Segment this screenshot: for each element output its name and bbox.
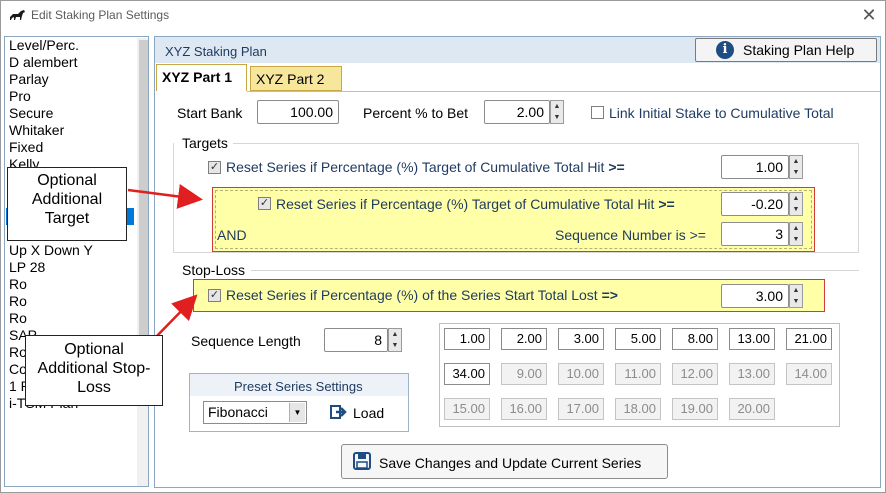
optional-target-callout: Optional Additional Target xyxy=(7,167,127,241)
annotation-arrows xyxy=(127,184,203,342)
target-callout-arrow xyxy=(127,184,203,209)
optional-stop-loss-callout: Optional Additional Stop- Loss xyxy=(25,335,163,406)
